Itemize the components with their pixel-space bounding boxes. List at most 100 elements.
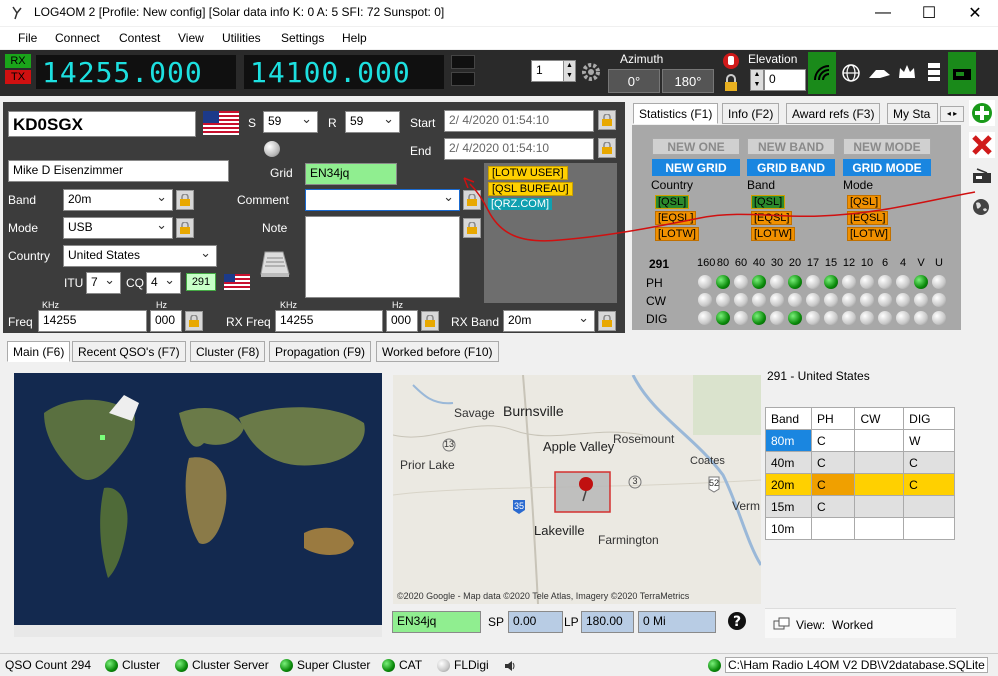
maximize-button[interactable]: ☐ xyxy=(906,0,952,26)
band-header-6: 6 xyxy=(881,257,889,269)
tab-main[interactable]: Main (F6) xyxy=(7,341,71,362)
database-status[interactable]: C:\Ham Radio L4OM V2 DB\V2database.SQLit… xyxy=(708,657,988,673)
rx-indicator[interactable]: RX xyxy=(5,54,31,68)
rxband-select[interactable]: 20m xyxy=(503,310,595,332)
comment-select[interactable] xyxy=(305,189,460,211)
band-lock-button[interactable] xyxy=(176,190,194,210)
lock-icon[interactable] xyxy=(722,74,740,92)
led-cw-U xyxy=(932,293,946,307)
name-input[interactable]: Mike D Eisenzimmer xyxy=(8,160,229,182)
signal-button[interactable] xyxy=(808,52,836,94)
worked-table: Band PH CW DIG 80m C W 40m C C 20m C C 15m C 10m xyxy=(765,407,955,540)
menu-file[interactable]: File xyxy=(18,31,37,45)
start-time-input[interactable]: 2/ 4/2020 01:54:10 xyxy=(444,110,594,132)
minimize-button[interactable]: — xyxy=(860,0,906,26)
table-row[interactable]: 15m C xyxy=(765,495,955,518)
rst-received-select[interactable]: 59 xyxy=(345,111,400,133)
elevation-spin-buttons[interactable]: ▲ ▼ xyxy=(750,69,764,91)
status-super-cluster[interactable]: Super Cluster xyxy=(280,658,370,673)
rxfreq-khz-input[interactable]: 14255 xyxy=(275,310,383,332)
table-row[interactable]: 10m xyxy=(765,517,955,540)
new-band-button[interactable]: NEW BAND xyxy=(747,138,835,155)
greyline-world-map[interactable] xyxy=(14,373,382,637)
close-button[interactable]: ✕ xyxy=(952,0,998,26)
start-lock-button[interactable] xyxy=(598,110,616,130)
clear-qso-button[interactable] xyxy=(969,132,995,158)
rst-sent-select[interactable]: 59 xyxy=(263,111,318,133)
table-row[interactable]: 80m C W xyxy=(765,429,955,452)
freq-lock-button[interactable] xyxy=(185,311,203,331)
speaker-icon[interactable] xyxy=(503,659,517,673)
itu-select[interactable]: 7 xyxy=(86,272,121,294)
new-one-button[interactable]: NEW ONE xyxy=(652,138,740,155)
tab-cluster[interactable]: Cluster (F8) xyxy=(190,341,266,362)
freq-khz-input[interactable]: 14255 xyxy=(38,310,147,332)
tx-indicator[interactable]: TX xyxy=(5,70,31,84)
help-icon[interactable]: ? xyxy=(727,611,747,631)
menu-contest[interactable]: Contest xyxy=(119,31,160,45)
view-toggle-icon[interactable] xyxy=(773,617,791,631)
menu-view[interactable]: View xyxy=(178,31,204,45)
spin-buttons[interactable]: ▲ ▼ xyxy=(563,60,576,82)
rxfreq-hz-input[interactable]: 000 xyxy=(386,310,418,332)
new-mode-button[interactable]: NEW MODE xyxy=(843,138,931,155)
status-cluster-server[interactable]: Cluster Server xyxy=(175,658,269,673)
tx-frequency-display[interactable]: 14100.000 xyxy=(244,55,444,89)
map-road-3: 3 xyxy=(632,476,638,486)
qsl-card-icon[interactable] xyxy=(259,250,291,278)
award-crown-icon[interactable] xyxy=(897,62,917,82)
tab-award-refs[interactable]: Award refs (F3) xyxy=(786,103,881,124)
led-dig-15 xyxy=(824,311,838,325)
add-qso-button[interactable] xyxy=(969,100,995,126)
view-value[interactable]: Worked xyxy=(832,618,873,632)
globe-icon[interactable] xyxy=(842,64,860,82)
status-bar: QSO Count 294 Cluster Cluster Server Sup… xyxy=(0,653,998,676)
radio-connect-button[interactable] xyxy=(948,52,976,94)
grid-input[interactable]: EN34jq xyxy=(305,163,397,185)
freq-hz-input[interactable]: 000 xyxy=(150,310,182,332)
menu-settings[interactable]: Settings xyxy=(281,31,324,45)
satellite-icon[interactable] xyxy=(868,66,892,80)
menu-connect[interactable]: Connect xyxy=(55,31,100,45)
band-select[interactable]: 20m xyxy=(63,189,173,211)
gear-icon[interactable] xyxy=(580,61,602,83)
table-row[interactable]: 20m C C xyxy=(765,473,955,496)
tab-info[interactable]: Info (F2) xyxy=(722,103,780,124)
tab-recent-qsos[interactable]: Recent QSO's (F7) xyxy=(72,341,186,362)
cluster-led-icon xyxy=(105,659,118,673)
elevation-input[interactable]: 0 xyxy=(764,69,806,91)
note-textarea[interactable] xyxy=(305,216,460,298)
tab-my-station[interactable]: My Sta xyxy=(887,103,938,124)
end-lock-button[interactable] xyxy=(598,138,616,158)
led-dig-80 xyxy=(716,311,730,325)
led-ph-20 xyxy=(788,275,802,289)
menu-help[interactable]: Help xyxy=(342,31,367,45)
callsign-input[interactable]: KD0SGX xyxy=(8,111,196,137)
fldigi-led-icon xyxy=(437,659,450,673)
tab-propagation[interactable]: Propagation (F9) xyxy=(269,341,372,362)
svg-text:?: ? xyxy=(733,614,741,630)
stop-hand-icon[interactable] xyxy=(722,52,740,70)
menu-utilities[interactable]: Utilities xyxy=(222,31,261,45)
end-time-input[interactable]: 2/ 4/2020 01:54:10 xyxy=(444,138,594,160)
rxband-lock-button[interactable] xyxy=(598,311,616,331)
country-select[interactable]: United States xyxy=(63,245,217,267)
status-fldigi[interactable]: FLDigi xyxy=(437,658,489,673)
mode-select[interactable]: USB xyxy=(63,217,173,239)
country-label: Country xyxy=(8,249,51,263)
tab-statistics[interactable]: Statistics (F1) xyxy=(633,103,719,124)
status-cat[interactable]: CAT xyxy=(382,658,422,673)
mode-lock-button[interactable] xyxy=(176,218,194,238)
azimuth-reverse-button[interactable]: 180° xyxy=(662,69,714,93)
local-grid-map[interactable]: Savage Burnsville Apple Valley Rosemount… xyxy=(393,375,761,604)
table-row[interactable]: 40m C C xyxy=(765,451,955,474)
status-cluster[interactable]: Cluster xyxy=(105,658,160,673)
tab-scroll-buttons[interactable]: ◂ ▸ xyxy=(940,106,964,122)
rotator-spin-input[interactable]: 1 xyxy=(531,60,565,82)
cq-select[interactable]: 4 xyxy=(146,272,181,294)
azimuth-button[interactable]: 0° xyxy=(608,69,660,93)
rx-frequency-display[interactable]: 14255.000 xyxy=(36,55,236,89)
rxfreq-lock-button[interactable] xyxy=(421,311,439,331)
server-rack-icon[interactable] xyxy=(927,62,941,82)
tab-worked-before[interactable]: Worked before (F10) xyxy=(376,341,499,362)
